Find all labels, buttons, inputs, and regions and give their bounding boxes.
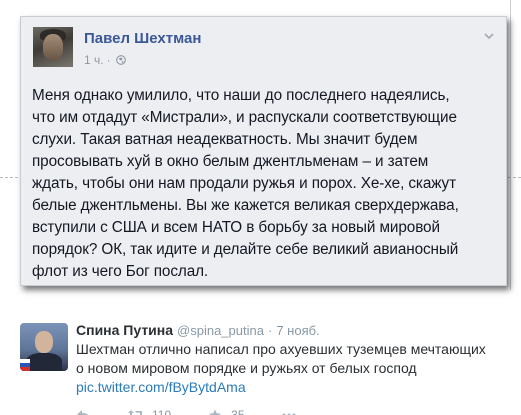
edge-mark	[510, 0, 514, 290]
tweet-time[interactable]: 7 нояб.	[276, 323, 319, 338]
tweet-text-line: Шехтман отлично написал про ахуевших туз…	[76, 341, 486, 357]
author-avatar[interactable]	[33, 27, 73, 67]
star-icon	[209, 409, 222, 415]
post-text-line: ждать, чтобы они нам продали ружья и пор…	[32, 175, 457, 192]
tweet-author-handle[interactable]: @spina_putina	[177, 323, 264, 338]
retweet-button[interactable]: 110	[128, 408, 171, 415]
tweet-text: Шехтман отлично написал про ахуевших туз…	[76, 340, 506, 397]
post-time[interactable]: 1 ч.	[84, 53, 104, 67]
favorite-button[interactable]: 35	[207, 408, 245, 415]
meta-separator: ·	[106, 53, 111, 67]
chevron-down-icon[interactable]	[482, 29, 496, 43]
post-text-line: слухи. Такая ватная неадекватность. Мы з…	[32, 131, 418, 148]
post-text-line: флот из чего Бог послал.	[32, 263, 209, 280]
post-text-line: порядок? ОК, так идите и делайте себе ве…	[32, 241, 459, 258]
avatar-face	[43, 34, 63, 60]
tweet-header: Спина Путина @spina_putina · 7 нояб.	[76, 322, 320, 338]
globe-icon[interactable]	[115, 55, 126, 65]
retweet-count: 110	[152, 408, 172, 415]
avatar-flag	[20, 359, 30, 371]
tweet-pic-link[interactable]: pic.twitter.com/fByBytdAma	[76, 379, 246, 395]
reply-icon	[77, 410, 89, 415]
tweet-author-name[interactable]: Спина Путина	[76, 322, 173, 338]
retweet-icon	[128, 410, 142, 415]
avatar-head	[35, 331, 53, 353]
tweet-actions: 110 35	[76, 408, 376, 415]
avatar-suit	[26, 353, 62, 371]
tweet-text-line: о новом мировом порядке и ружьях от белы…	[76, 360, 417, 376]
more-button[interactable]	[281, 409, 297, 415]
post-text-line: белые джентльмены. Вы же кажется великая…	[32, 197, 459, 214]
reply-button[interactable]	[76, 409, 92, 415]
favorite-count: 35	[231, 408, 245, 415]
post-text-line: что им отдадут «Мистрали», и распускали …	[32, 109, 457, 126]
post-text-line: просовывать хуй в окно белым джентльмена…	[32, 153, 429, 170]
post-author-name[interactable]: Павел Шехтман	[84, 30, 201, 47]
facebook-post-card: Павел Шехтман 1 ч. · Меня однако умилило…	[20, 16, 507, 286]
post-meta: 1 ч. ·	[84, 53, 126, 67]
more-icon	[282, 413, 295, 415]
tweet-avatar[interactable]	[20, 323, 68, 371]
post-text-line: вступили с США и всем НАТО в борьбу за н…	[32, 219, 440, 236]
post-text: Меня однако умилило, что наши до последн…	[32, 85, 502, 283]
tweet-separator: ·	[267, 323, 273, 338]
post-text-line: Меня однако умилило, что наши до последн…	[32, 87, 450, 104]
tweet: Спина Путина @spina_putina · 7 нояб. Шех…	[20, 318, 510, 415]
